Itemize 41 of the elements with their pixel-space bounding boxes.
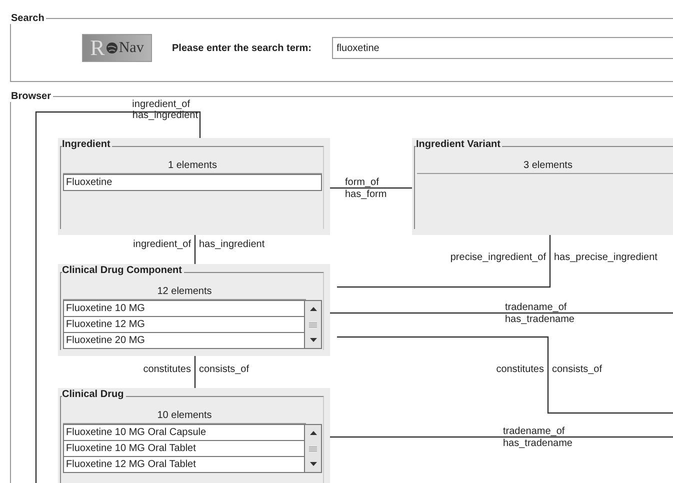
list-item[interactable]: Fluoxetine 20 MG — [63, 333, 305, 349]
search-field[interactable]: fluoxetine — [332, 37, 673, 59]
relation-label: has_tradename — [505, 314, 574, 325]
relation-label: has_ingredient — [199, 239, 265, 250]
arrow-up-icon[interactable] — [310, 430, 316, 435]
relation-label: precise_ingredient_of — [450, 252, 546, 263]
arrow-up-icon[interactable] — [310, 306, 316, 311]
list-item[interactable]: Fluoxetine — [63, 174, 322, 191]
scrollbar[interactable] — [305, 424, 322, 473]
relation-label: constitutes — [496, 364, 544, 375]
relation-label: has_tradename — [503, 438, 572, 449]
list-item[interactable]: Fluoxetine 10 MG — [63, 300, 305, 317]
relation-label: has_precise_ingredient — [554, 252, 658, 263]
group-title: Search — [10, 13, 46, 24]
list-item[interactable]: Fluoxetine 12 MG — [63, 317, 305, 333]
relation-label: form_of — [345, 177, 379, 188]
relation-label: ingredient_of — [132, 99, 190, 110]
relation-label: has_ingredient — [132, 110, 198, 121]
search-label: Please enter the search term: — [172, 42, 312, 54]
relation-label: constitutes — [143, 364, 191, 375]
panel-title: Clinical Drug Component — [62, 265, 184, 276]
grip-icon[interactable] — [309, 446, 317, 452]
logo: R Nav — [82, 34, 152, 62]
relation-label: tradename_of — [505, 302, 567, 313]
arrow-down-icon[interactable] — [310, 338, 316, 342]
relation-label: consists_of — [199, 364, 250, 375]
grip-icon[interactable] — [309, 322, 317, 328]
scrollbar[interactable] — [305, 300, 322, 349]
relation-label: consists_of — [552, 364, 602, 375]
group-title: Browser — [10, 91, 52, 102]
panel-title: Clinical Drug — [62, 389, 126, 400]
relation-label: ingredient_of — [133, 239, 191, 250]
panel-title: Ingredient — [62, 139, 112, 150]
list-item[interactable]: Fluoxetine 12 MG Oral Tablet — [63, 457, 305, 473]
relation-label: has_form — [345, 189, 387, 200]
element-count: 3 elements — [417, 158, 673, 174]
list-item[interactable]: Fluoxetine 10 MG Oral Capsule — [63, 424, 305, 441]
arrow-down-icon[interactable] — [310, 462, 316, 466]
relation-label: tradename_of — [503, 426, 565, 437]
panel-title: Ingredient Variant — [416, 139, 502, 150]
list-item[interactable]: Fluoxetine 10 MG Oral Tablet — [63, 441, 305, 457]
